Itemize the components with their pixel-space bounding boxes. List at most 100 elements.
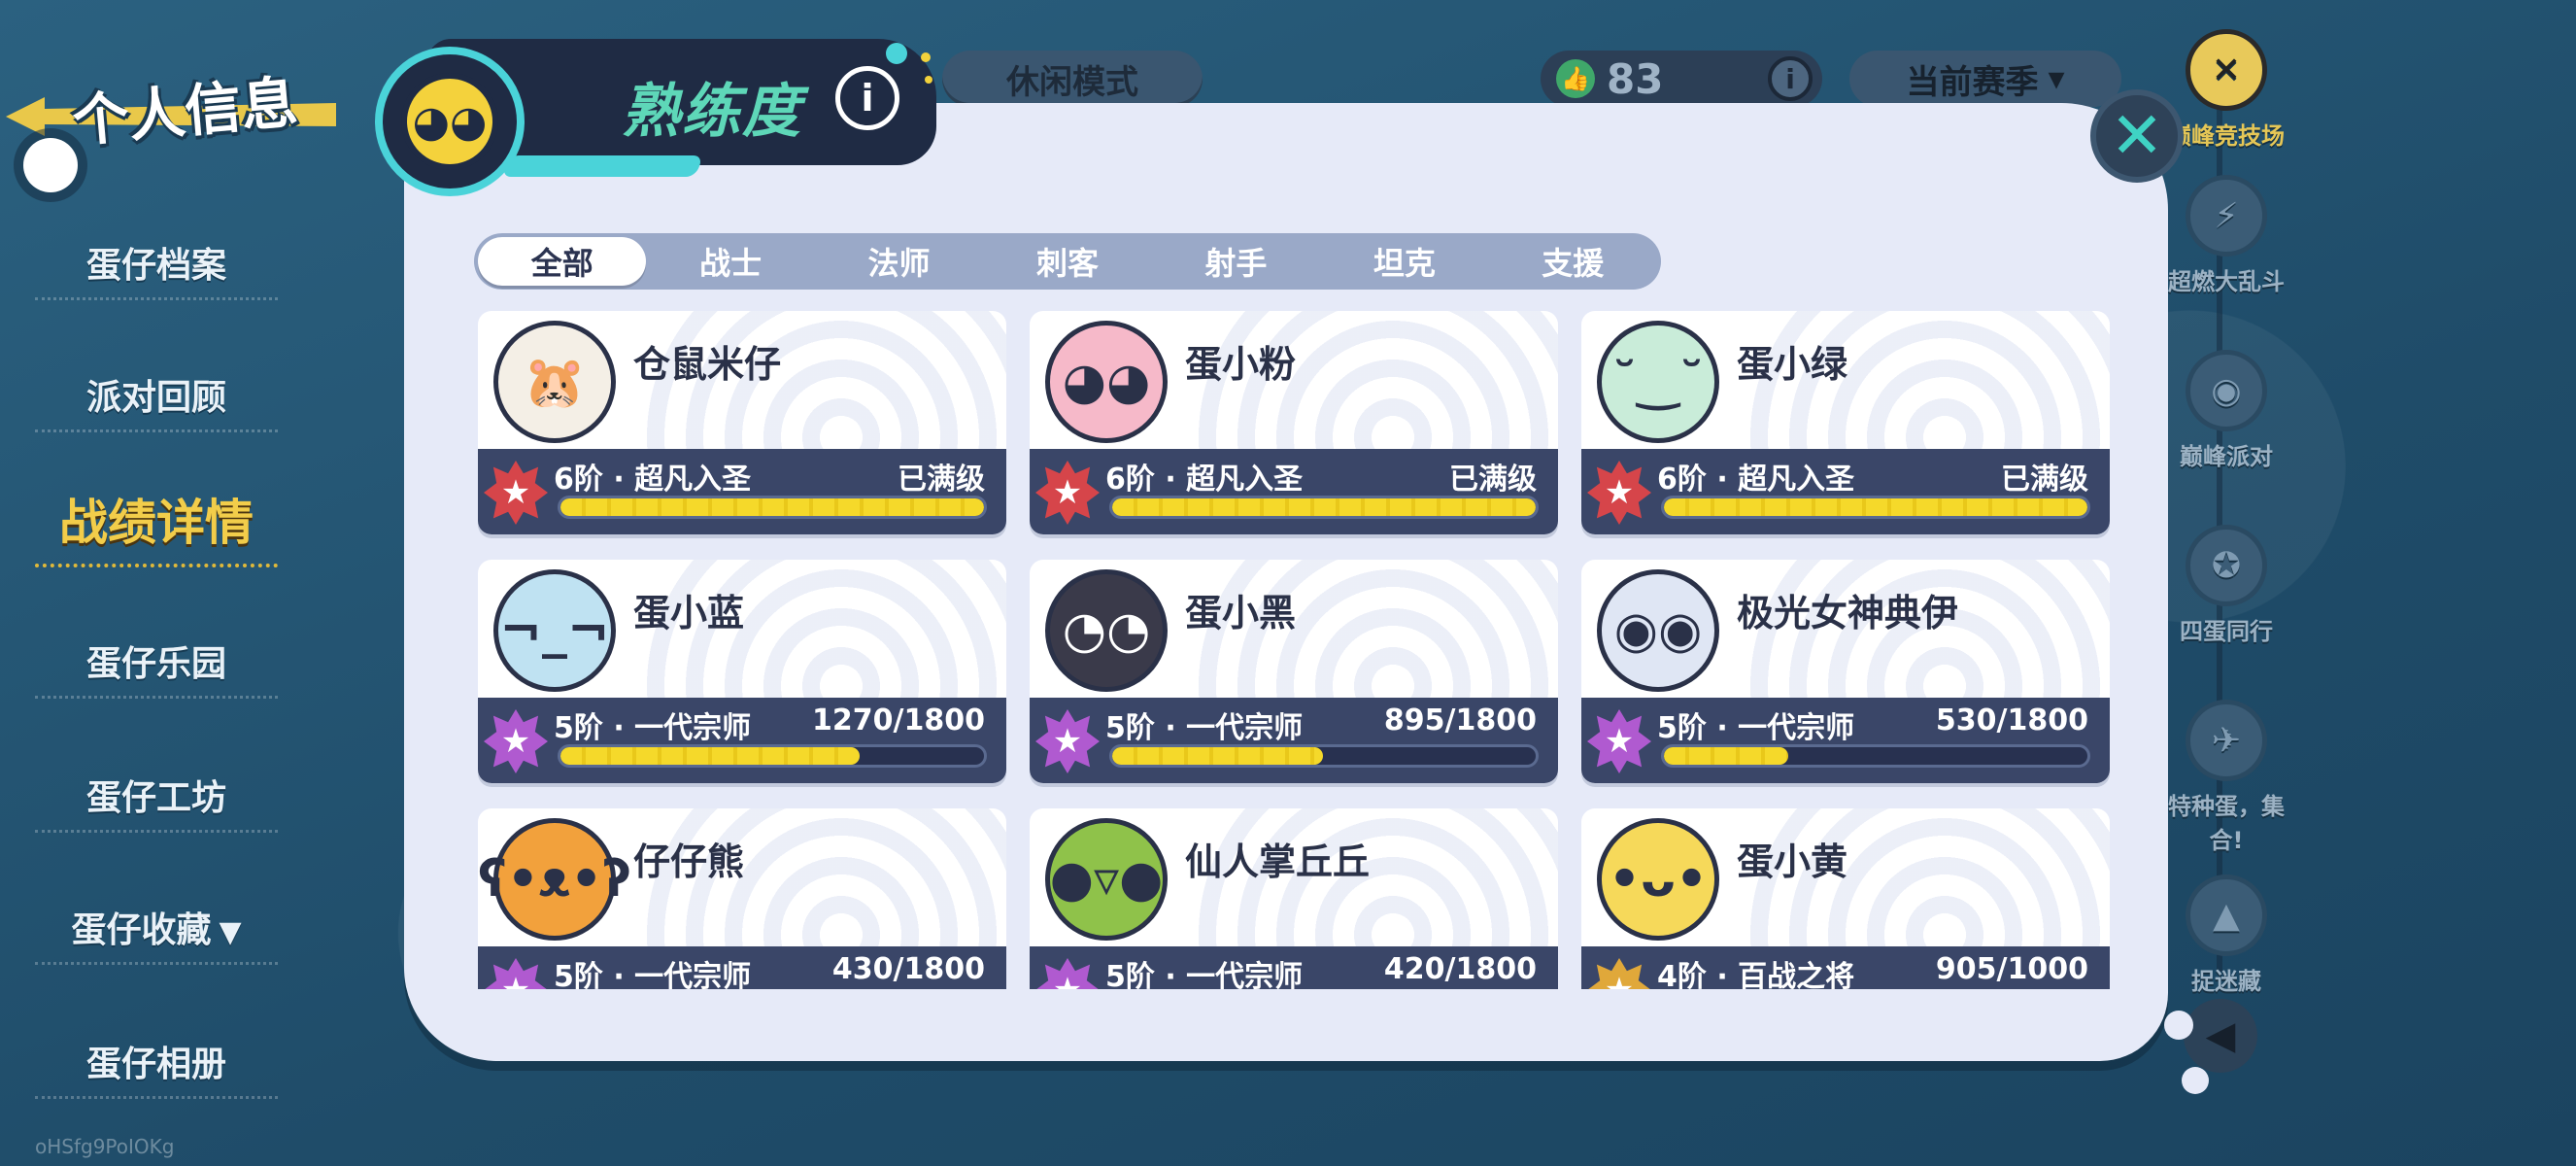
rank-badge-icon: ★	[1587, 709, 1651, 773]
hide-seek-icon: ▲	[2186, 874, 2267, 956]
sidebar-item-party-review[interactable]: 派对回顾	[35, 369, 278, 432]
rail-item-label: 特种蛋，集合!	[2168, 793, 2285, 854]
egg-face-icon: ◕◕	[401, 73, 498, 170]
sidebar-item-profile[interactable]: 蛋仔档案	[35, 237, 278, 300]
proficiency-bar: ★ 6阶 · 超凡入圣 已满级	[478, 449, 1006, 534]
sparkle	[921, 52, 931, 62]
tab-assassin[interactable]: 刺客	[983, 237, 1151, 286]
rank-badge-icon: ★	[484, 958, 548, 989]
sidebar-item-workshop[interactable]: 蛋仔工坊	[35, 770, 278, 833]
rail-item-brawl[interactable]: ⚡ 超燃大乱斗	[2158, 175, 2294, 296]
character-avatar: ¬_¬	[493, 569, 616, 692]
character-card[interactable]: ◕◕ 蛋小粉 ★ 6阶 · 超凡入圣 已满级	[1030, 311, 1558, 534]
character-name: 蛋小绿	[1737, 343, 1848, 386]
progress-track	[1109, 496, 1539, 519]
progress-fill	[560, 498, 984, 516]
progress-track	[1661, 496, 2090, 519]
progress-text: 895/1800	[1383, 703, 1537, 737]
proficiency-bar: ★ 4阶 · 百战之将 905/1000	[1581, 946, 2110, 989]
progress-text: 1270/1800	[812, 703, 985, 737]
sparkle	[886, 43, 907, 64]
character-avatar: ʕ•ᴥ•ʔ	[478, 818, 631, 941]
progress-track	[1661, 744, 2090, 768]
sidebar-item-album[interactable]: 蛋仔相册	[35, 1036, 278, 1099]
bubble-dot	[23, 138, 78, 192]
chevron-down-icon: ▼	[219, 915, 242, 949]
character-card[interactable]: ˘‿˘ 蛋小绿 ★ 6阶 · 超凡入圣 已满级	[1581, 311, 2110, 534]
close-icon: ✕	[2110, 98, 2164, 173]
rail-item-special-egg[interactable]: ✈ 特种蛋，集合!	[2158, 700, 2294, 855]
character-card[interactable]: ◉◉ 极光女神典伊 ★ 5阶 · 一代宗师 530/1800	[1581, 560, 2110, 783]
rank-text: 5阶 · 一代宗师	[1657, 711, 1855, 745]
progress-track	[1109, 744, 1539, 768]
character-card[interactable]: 🐹 仓鼠米仔 ★ 6阶 · 超凡入圣 已满级	[478, 311, 1006, 534]
character-avatar: ◔◔	[1045, 569, 1168, 692]
progress-track	[558, 744, 987, 768]
rail-item-hide-seek[interactable]: ▲ 捉迷藏	[2158, 874, 2294, 996]
character-name: 极光女神典伊	[1737, 592, 1959, 634]
progress-text: 420/1800	[1383, 952, 1537, 986]
mode-button[interactable]: 休闲模式	[942, 51, 1203, 107]
rail-item-four-eggs[interactable]: ✪ 四蛋同行	[2158, 525, 2294, 646]
season-label: 当前赛季	[1906, 62, 2039, 102]
back-title: 个人信息	[69, 68, 300, 154]
rank-text: 5阶 · 一代宗师	[554, 711, 752, 745]
proficiency-bar: ★ 5阶 · 一代宗师 895/1800	[1030, 698, 1558, 783]
close-button[interactable]: ✕	[2090, 89, 2184, 183]
proficiency-bar: ★ 6阶 · 超凡入圣 已满级	[1030, 449, 1558, 534]
rank-text: 6阶 · 超凡入圣	[554, 463, 752, 497]
character-card[interactable]: ●▿● 仙人掌丘丘 ★ 5阶 · 一代宗师 420/1800	[1030, 808, 1558, 989]
season-dropdown[interactable]: 当前赛季 ▾	[1849, 51, 2121, 107]
sidebar-item-battle-record[interactable]: 战绩详情	[35, 484, 278, 567]
info-icon[interactable]: i	[835, 66, 899, 130]
tab-all[interactable]: 全部	[478, 237, 647, 286]
character-name: 蛋小粉	[1185, 343, 1297, 386]
character-name: 蛋小黑	[1185, 592, 1297, 634]
wheel-icon: ✪	[2186, 525, 2267, 606]
rank-text: 4阶 · 百战之将	[1657, 960, 1855, 989]
tab-marksman[interactable]: 射手	[1152, 237, 1320, 286]
like-count: 83	[1607, 54, 1664, 103]
rail-item-label: 捉迷藏	[2191, 968, 2261, 995]
chevron-down-icon: ▾	[2048, 59, 2065, 98]
tab-mage[interactable]: 法师	[815, 237, 983, 286]
rank-badge-icon: ★	[1587, 958, 1651, 989]
rank-text: 5阶 · 一代宗师	[554, 960, 752, 989]
character-avatar: 🐹	[493, 321, 616, 443]
progress-fill	[1112, 498, 1536, 516]
character-avatar: ●▿●	[1045, 818, 1168, 941]
party-icon: ◉	[2186, 350, 2267, 431]
rank-text: 6阶 · 超凡入圣	[1105, 463, 1304, 497]
rank-text: 5阶 · 一代宗师	[1105, 711, 1304, 745]
tab-warrior[interactable]: 战士	[646, 237, 814, 286]
character-avatar: ˘‿˘	[1597, 321, 1719, 443]
rank-badge-icon: ★	[484, 461, 548, 525]
character-card[interactable]: •ᴗ• 蛋小黄 ★ 4阶 · 百战之将 905/1000	[1581, 808, 2110, 989]
character-card[interactable]: ¬_¬ 蛋小蓝 ★ 5阶 · 一代宗师 1270/1800	[478, 560, 1006, 783]
watermark: oHSfg9PoIOKg	[35, 1135, 175, 1158]
rail-item-peak-party[interactable]: ◉ 巅峰派对	[2158, 350, 2294, 471]
progress-fill	[1112, 747, 1323, 765]
rank-badge-icon: ★	[484, 709, 548, 773]
egg-logo-icon: ◕◕	[375, 47, 525, 196]
tab-support[interactable]: 支援	[1489, 237, 1657, 286]
sidebar-item-collection-label: 蛋仔收藏	[71, 910, 212, 950]
panel-title: 熟练度	[622, 78, 802, 146]
sidebar-item-park[interactable]: 蛋仔乐园	[35, 635, 278, 699]
character-card[interactable]: ʕ•ᴥ•ʔ 仔仔熊 ★ 5阶 · 一代宗师 430/1800	[478, 808, 1006, 989]
proficiency-bar: ★ 5阶 · 一代宗师 1270/1800	[478, 698, 1006, 783]
character-grid: 🐹 仓鼠米仔 ★ 6阶 · 超凡入圣 已满级 ◕◕ 蛋小粉 ★ 6阶 · 超凡入…	[474, 305, 2116, 989]
progress-text: 已满级	[1449, 463, 1537, 497]
character-card[interactable]: ◔◔ 蛋小黑 ★ 5阶 · 一代宗师 895/1800	[1030, 560, 1558, 783]
proficiency-bar: ★ 5阶 · 一代宗师 430/1800	[478, 946, 1006, 989]
rail-collapse-button[interactable]: ◀	[2184, 999, 2257, 1073]
character-name: 蛋小黄	[1737, 840, 1848, 883]
sidebar-item-collection[interactable]: 蛋仔收藏 ▼	[35, 902, 278, 965]
proficiency-bar: ★ 5阶 · 一代宗师 530/1800	[1581, 698, 2110, 783]
character-name: 仙人掌丘丘	[1185, 840, 1371, 883]
panel-tail	[2164, 1011, 2193, 1040]
tab-tank[interactable]: 坦克	[1320, 237, 1488, 286]
info-icon[interactable]: i	[1768, 56, 1813, 101]
panel-tail-dot	[2182, 1067, 2209, 1094]
rank-badge-icon: ★	[1035, 958, 1100, 989]
